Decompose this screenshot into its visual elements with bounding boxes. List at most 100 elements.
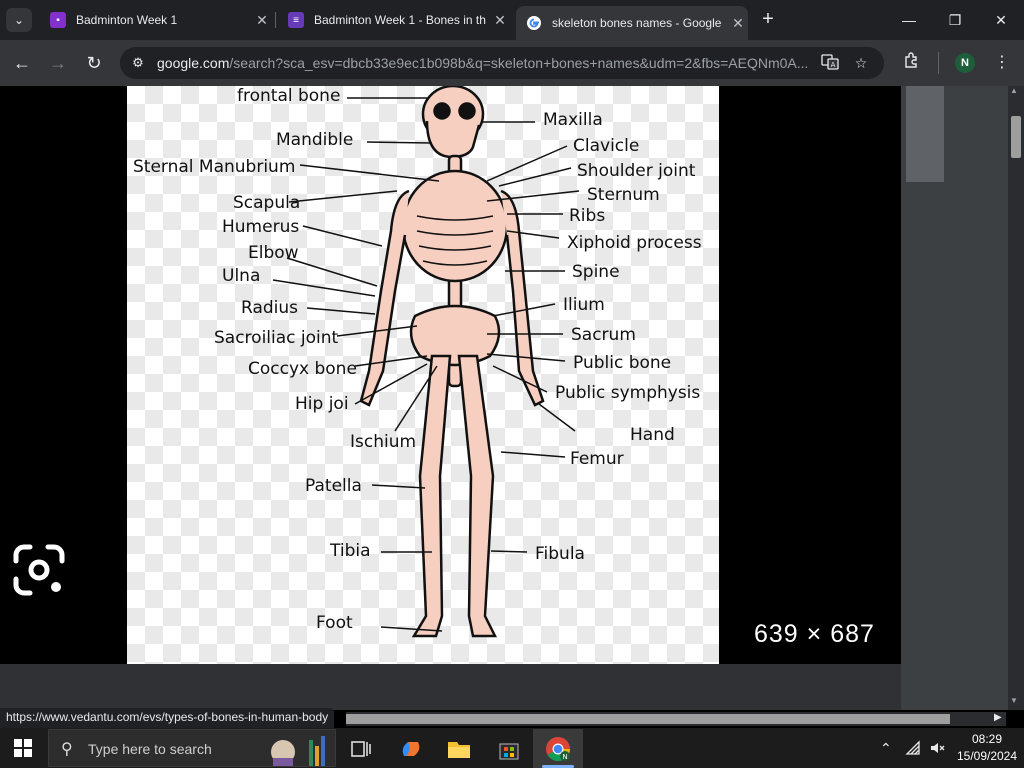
- classroom-assignment-icon: ▪: [50, 12, 66, 28]
- chevron-down-icon: ⌄: [13, 13, 25, 27]
- tab-strip: ⌄ ▪ Badminton Week 1 ✕ ≡ Badminton Week …: [0, 0, 1024, 40]
- skeleton-image[interactable]: frontal bone Mandible Sternal Manubrium …: [127, 86, 719, 664]
- label-right-10: Public symphysis: [555, 383, 700, 403]
- address-bar[interactable]: ⚙ google.com/search?sca_esv=dbcb33e9ec1b…: [120, 47, 884, 79]
- label-left-0: frontal bone: [237, 86, 340, 106]
- extensions-icon[interactable]: [900, 51, 924, 75]
- label-left-10: Hip joi: [295, 394, 349, 414]
- horizontal-scroll-thumb[interactable]: [346, 714, 950, 724]
- google-lens-icon[interactable]: [12, 543, 66, 597]
- screen: ⌄ ▪ Badminton Week 1 ✕ ≡ Badminton Week …: [0, 0, 1024, 768]
- tab-search-button[interactable]: ⌄: [6, 8, 32, 32]
- image-viewer: frontal bone Mandible Sternal Manubrium …: [0, 86, 901, 664]
- bookmark-star-icon[interactable]: ☆: [851, 53, 871, 73]
- show-hidden-icons-chevron-up-icon[interactable]: ⌃: [880, 740, 892, 757]
- scroll-right-icon[interactable]: ▶: [994, 712, 1002, 723]
- svg-text:A: A: [831, 61, 836, 69]
- back-button[interactable]: ←: [10, 51, 34, 75]
- label-left-5: Elbow: [248, 243, 299, 263]
- page-content: frontal bone Mandible Sternal Manubrium …: [0, 86, 1024, 710]
- taskbar-search-placeholder: Type here to search: [88, 741, 212, 757]
- label-right-9: Public bone: [573, 353, 671, 373]
- clock-time: 08:29: [971, 732, 1003, 746]
- kebab-menu-icon[interactable]: ⋮: [990, 51, 1014, 75]
- reload-icon: ↻: [86, 53, 102, 73]
- label-right-13: Fibula: [535, 544, 585, 564]
- copilot-icon[interactable]: [398, 736, 424, 762]
- label-right-0: Maxilla: [543, 110, 603, 130]
- page-gutter: [948, 86, 1008, 710]
- plus-icon: +: [762, 8, 774, 30]
- label-left-13: Tibia: [329, 541, 371, 561]
- system-clock[interactable]: 08:29 15/09/2024: [950, 731, 1024, 765]
- site-info-icon[interactable]: ⚙: [128, 53, 148, 73]
- tab-separator: [275, 12, 276, 28]
- close-window-button[interactable]: ✕: [978, 0, 1024, 40]
- microsoft-store-icon[interactable]: [496, 736, 522, 762]
- label-right-12: Femur: [570, 449, 624, 469]
- status-bar-url: https://www.vedantu.com/evs/types-of-bon…: [0, 708, 335, 728]
- tab-bones-in-the-body[interactable]: ≡ Badminton Week 1 - Bones in th ✕: [278, 6, 510, 34]
- close-tab-icon[interactable]: ✕: [252, 12, 272, 29]
- label-left-9: Coccyx bone: [248, 359, 357, 379]
- label-right-4: Ribs: [569, 206, 605, 226]
- tab-badminton-week-1[interactable]: ▪ Badminton Week 1 ✕: [40, 6, 272, 34]
- label-right-11: Hand: [630, 425, 675, 445]
- vertical-scrollbar[interactable]: [1008, 86, 1024, 710]
- task-view-icon[interactable]: [348, 736, 374, 762]
- skeleton-diagram: frontal bone Mandible Sternal Manubrium …: [133, 86, 702, 638]
- arrow-left-icon: ←: [13, 53, 31, 73]
- label-left-2: Sternal Manubrium: [133, 157, 295, 177]
- label-right-2: Shoulder joint: [577, 161, 696, 181]
- minimize-button[interactable]: —: [886, 0, 932, 40]
- label-left-8: Sacroiliac joint: [214, 328, 339, 348]
- label-right-6: Spine: [572, 262, 620, 282]
- label-right-8: Sacrum: [571, 325, 636, 345]
- taskbar-search-box[interactable]: ⚲ Type here to search: [48, 729, 336, 767]
- file-explorer-icon[interactable]: [446, 736, 472, 762]
- google-icon: [526, 15, 542, 31]
- maximize-button[interactable]: ❐: [932, 0, 978, 40]
- volume-muted-icon[interactable]: [929, 740, 945, 759]
- vertical-scroll-thumb[interactable]: [1011, 116, 1021, 158]
- scroll-up-icon[interactable]: ▲: [1010, 86, 1018, 95]
- chrome-icon: N: [545, 736, 571, 762]
- toolbar-divider: [938, 52, 939, 74]
- label-left-3: Scapula: [233, 193, 300, 213]
- label-right-7: Ilium: [563, 295, 605, 315]
- url-text[interactable]: google.com/search?sca_esv=dbcb33e9ec1b09…: [157, 55, 807, 71]
- label-left-6: Ulna: [222, 266, 260, 286]
- browser-toolbar: ← → ↻ ⚙ google.com/search?sca_esv=dbcb33…: [0, 40, 1024, 86]
- label-left-11: Ischium: [350, 432, 416, 452]
- label-left-14: Foot: [316, 613, 353, 633]
- close-icon: ✕: [995, 12, 1007, 28]
- label-left-7: Radius: [241, 298, 298, 318]
- close-tab-icon[interactable]: ✕: [490, 12, 510, 29]
- label-left-4: Humerus: [222, 217, 299, 237]
- image-dimensions: 639 × 687: [754, 620, 875, 648]
- restore-icon: ❐: [948, 12, 962, 28]
- translate-icon[interactable]: A: [820, 53, 840, 73]
- search-icon: ⚲: [61, 741, 73, 758]
- tab-skeleton-bones-names[interactable]: skeleton bones names - Google ✕: [516, 6, 748, 40]
- viewer-footer: [0, 664, 901, 710]
- close-tab-icon[interactable]: ✕: [728, 15, 748, 32]
- scroll-down-icon[interactable]: ▼: [1010, 696, 1018, 705]
- minimize-icon: —: [902, 12, 916, 28]
- side-panel-thumbnail[interactable]: [906, 86, 944, 182]
- network-icon[interactable]: [905, 740, 921, 759]
- label-right-3: Sternum: [587, 185, 660, 205]
- new-tab-button[interactable]: +: [757, 8, 779, 32]
- windows-start-icon[interactable]: [14, 739, 32, 757]
- arrow-right-icon: →: [49, 53, 67, 73]
- svg-text:N: N: [562, 753, 567, 761]
- label-left-1: Mandible: [276, 130, 353, 150]
- reload-button[interactable]: ↻: [82, 51, 106, 75]
- profile-avatar[interactable]: N: [955, 53, 975, 73]
- forward-button[interactable]: →: [46, 51, 70, 75]
- label-right-1: Clavicle: [573, 136, 639, 156]
- forms-icon: ≡: [288, 12, 304, 28]
- search-highlight-illustration: [267, 732, 329, 766]
- label-right-5: Xiphoid process: [567, 233, 702, 253]
- label-left-12: Patella: [305, 476, 362, 496]
